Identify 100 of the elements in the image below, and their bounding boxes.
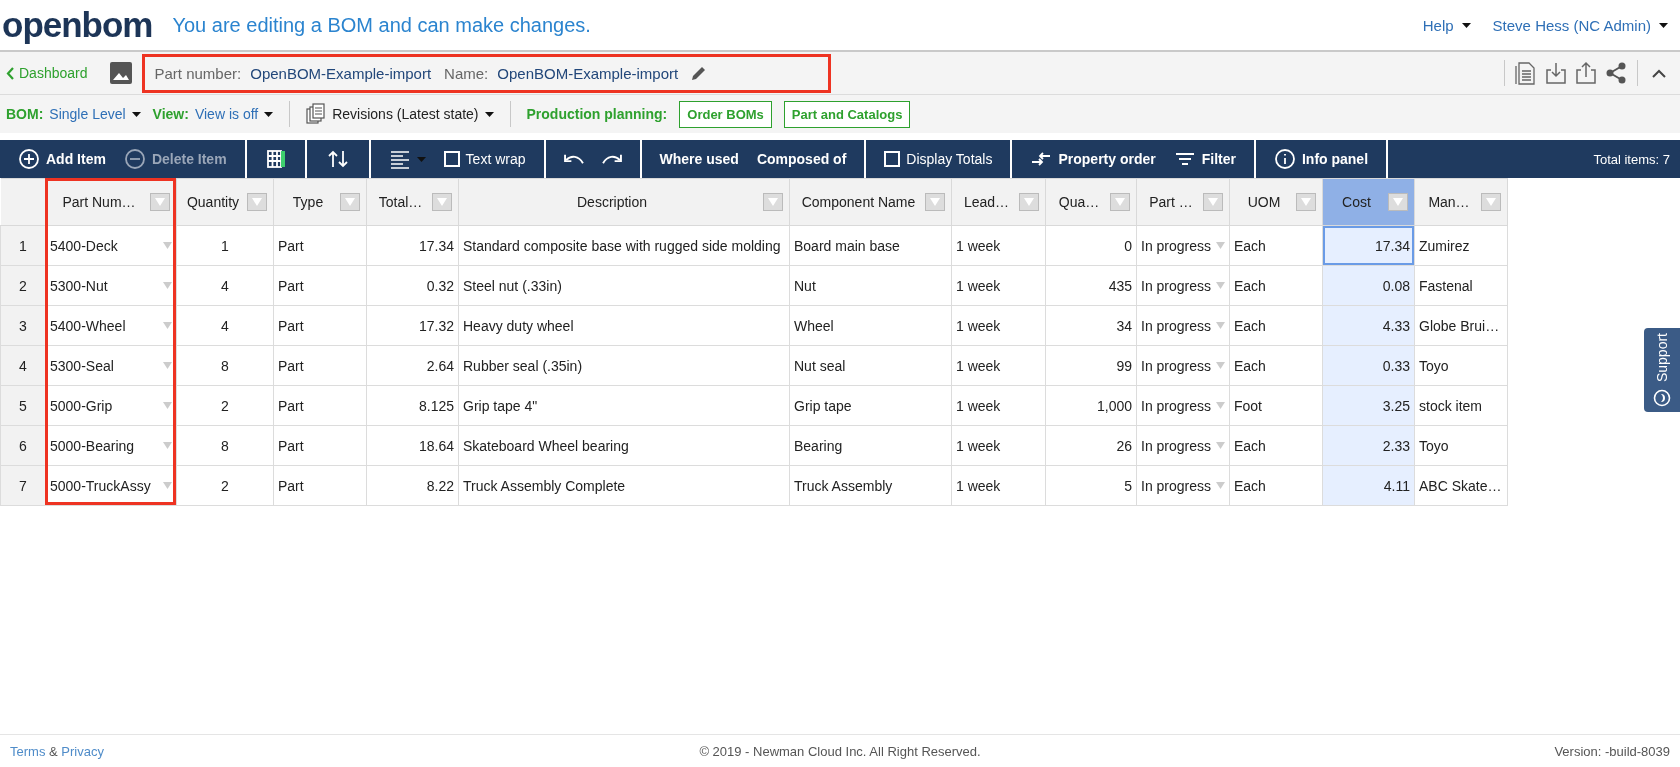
column-header[interactable]: Lead… [951,178,1046,226]
revisions-dropdown[interactable]: Revisions (Latest state) [332,106,479,122]
table-cell: Foot [1229,385,1323,426]
dropdown-triangle-icon[interactable] [163,482,172,489]
table-cell: Nut seal [789,345,952,386]
dropdown-triangle-icon[interactable] [1216,442,1225,449]
download-icon[interactable] [1545,61,1567,85]
toolbar-button[interactable]: Info panel [1267,148,1375,170]
pencil-icon[interactable] [691,65,708,81]
filter-dropdown-icon[interactable] [1203,193,1223,211]
table-cell: 2.33 [1322,425,1415,466]
upload-icon[interactable] [1575,61,1597,85]
privacy-link[interactable]: Privacy [61,743,104,759]
filter-dropdown-icon[interactable] [150,193,170,211]
column-header[interactable]: Description [458,178,790,226]
column-header[interactable]: Quantity [176,178,274,226]
dropdown-triangle-icon[interactable] [163,282,172,289]
table-cell: 8.22 [366,465,459,506]
toolbar-button[interactable]: Filter [1167,148,1242,170]
toolbar-button[interactable]: Composed of [750,151,853,167]
table-cell: Each [1229,225,1323,266]
header-menu[interactable]: Help [1422,16,1471,34]
share-icon[interactable] [1605,62,1627,84]
checkbox[interactable]: Display Totals [878,151,999,167]
filter-dropdown-icon[interactable] [1019,193,1039,211]
table-cell: Zumirez [1414,225,1508,266]
dropdown-triangle-icon[interactable] [1216,402,1225,409]
chevron-up-icon[interactable] [1652,68,1666,78]
column-header[interactable]: Qua… [1045,178,1137,226]
table-cell: 4 [176,265,274,306]
filter-dropdown-icon[interactable] [1481,193,1501,211]
column-header[interactable]: Total… [366,178,459,226]
filter-dropdown-icon[interactable] [432,193,452,211]
table-cell: Truck Assembly [789,465,952,506]
table-cell: 34 [1045,305,1137,346]
table-cell: Part [273,265,367,306]
column-header[interactable]: Type [273,178,367,226]
filter-dropdown-icon[interactable] [1296,193,1316,211]
caret-icon [1461,22,1471,28]
toolbar-button[interactable]: Property order [1024,148,1162,170]
ampersand-text: & [49,743,58,759]
table-cell: Heavy duty wheel [458,305,790,346]
toolbar-button[interactable]: Where used [653,151,745,167]
chevron-left-icon [6,66,14,80]
dropdown-triangle-icon[interactable] [163,402,172,409]
table-cell: 17.34 [1322,225,1415,266]
caret-icon [131,111,141,117]
table-cell: Skateboard Wheel bearing [458,425,790,466]
row-number: 1 [0,225,46,266]
table-cell: Part [273,225,367,266]
terms-link[interactable]: Terms [10,743,46,759]
dropdown-triangle-icon[interactable] [163,242,172,249]
table-cell: 5300-Nut [50,277,108,294]
table-cell: 8.125 [366,385,459,426]
dropdown-triangle-icon[interactable] [163,442,172,449]
table-cell: 4 [176,305,274,346]
filter-dropdown-icon[interactable] [1110,193,1130,211]
checkbox[interactable]: Text wrap [437,151,532,167]
filter-dropdown-icon[interactable] [925,193,945,211]
column-header[interactable]: Component Name [789,178,952,226]
document-icon[interactable] [1515,61,1537,85]
filter-dropdown-icon[interactable] [763,193,783,211]
caret-icon [264,111,274,117]
table-cell: 1 week [951,345,1046,386]
dropdown-triangle-icon[interactable] [163,322,172,329]
toolbar-button[interactable]: Add Item [12,148,112,170]
view-dropdown[interactable]: View is off [194,106,259,122]
column-header[interactable]: Part … [1136,178,1230,226]
table-cell: 1 week [951,385,1046,426]
header-menu[interactable]: Steve Hess (NC Admin) [1492,16,1668,34]
dropdown-triangle-icon[interactable] [163,362,172,369]
filter-dropdown-icon[interactable] [340,193,360,211]
dropdown-triangle-icon[interactable] [1216,482,1225,489]
image-icon[interactable] [109,62,132,84]
table-cell: Nut [789,265,952,306]
table-cell: In progress [1141,357,1212,374]
editing-message: You are editing a BOM and can make changes. [172,13,592,37]
table-cell: 26 [1045,425,1137,466]
table-cell: 4.33 [1322,305,1415,346]
dropdown-triangle-icon[interactable] [1216,322,1225,329]
table-cell: stock item [1414,385,1508,426]
total-items: Total items: 7 [1593,150,1671,169]
column-header[interactable]: Man… [1414,178,1508,226]
table-cell: 18.64 [366,425,459,466]
filter-dropdown-icon[interactable] [1388,193,1408,211]
table-cell: Wheel [789,305,952,346]
table-cell: 0.08 [1322,265,1415,306]
support-tab[interactable]: Support [1644,328,1680,412]
part-number-label: Part number: [154,64,242,82]
table-cell: Bearing [789,425,952,466]
dropdown-triangle-icon[interactable] [1216,242,1225,249]
dropdown-triangle-icon[interactable] [1216,362,1225,369]
table-cell: 99 [1045,345,1137,386]
dropdown-triangle-icon[interactable] [1216,282,1225,289]
column-header[interactable]: Cost [1322,178,1415,226]
bom-type-dropdown[interactable]: Single Level [49,106,126,122]
filter-dropdown-icon[interactable] [247,193,267,211]
info-icon [1273,148,1296,170]
table-cell: Part [273,385,367,426]
column-header[interactable]: UOM [1229,178,1323,226]
